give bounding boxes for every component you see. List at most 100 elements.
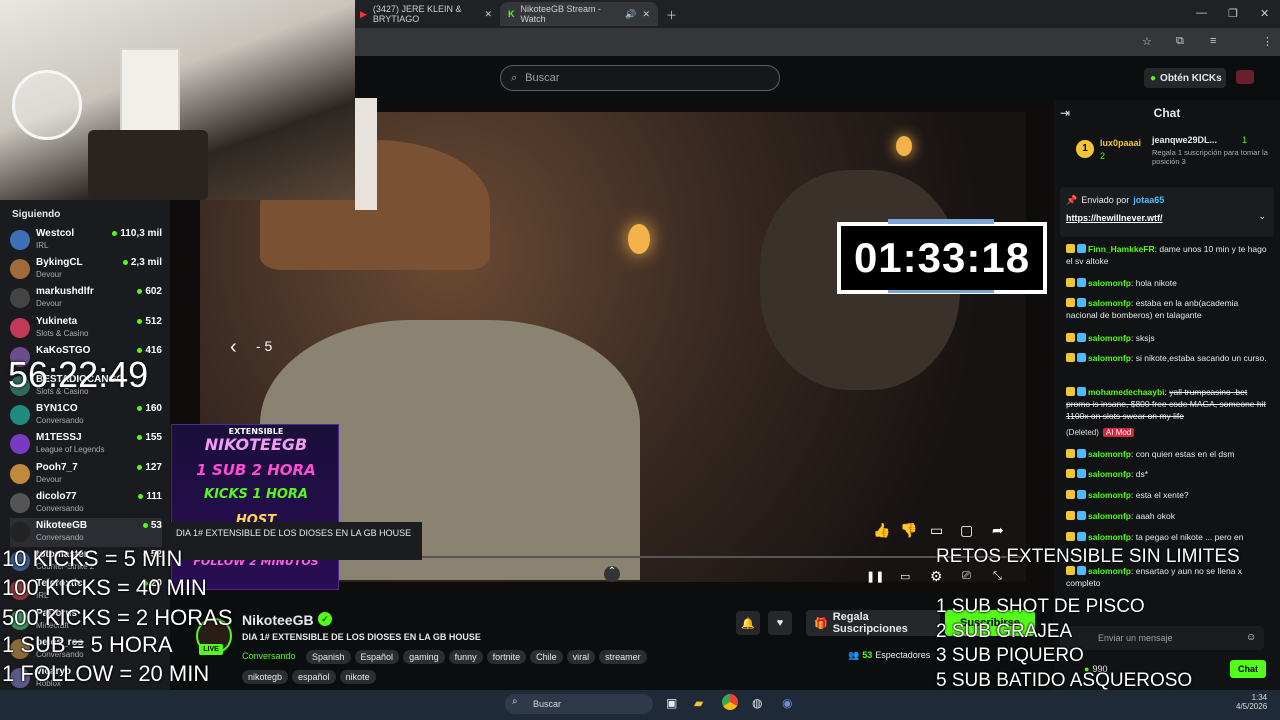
chrome-icon[interactable]: [722, 694, 738, 710]
captions-icon[interactable]: ▭: [900, 570, 910, 583]
right-rule: 3 SUB PIQUERO: [936, 645, 1084, 666]
pinned-by-user[interactable]: jotaa65: [1133, 195, 1164, 206]
fullscreen-icon[interactable]: ⤡: [993, 570, 1002, 583]
chat-username[interactable]: salomonfp: [1088, 298, 1131, 308]
channel-name: Pooh7_7: [36, 461, 78, 473]
chat-bubble-icon[interactable]: ▢: [960, 522, 973, 539]
stream-tag[interactable]: fortnite: [486, 650, 527, 664]
maximize-icon[interactable]: ❐: [1228, 7, 1238, 20]
folder-icon[interactable]: ▰: [694, 696, 703, 710]
pinned-message[interactable]: 📌 Enviado por jotaa65 https://hewillneve…: [1060, 187, 1274, 237]
kick-logo-icon: K: [508, 9, 515, 19]
get-kicks-button[interactable]: ● Obtén KICKs: [1144, 68, 1226, 88]
sub-badge-icon: [1066, 490, 1075, 499]
gift-badge-icon: [1077, 469, 1086, 478]
pin-icon: 📌: [1066, 195, 1078, 205]
discord-icon[interactable]: ◉: [782, 696, 792, 710]
channel-viewers: 602: [137, 286, 162, 297]
task-view-icon[interactable]: ▣: [666, 696, 677, 710]
chat-input[interactable]: Enviar un mensaje: [1060, 626, 1264, 650]
stream-tag[interactable]: nikotegb: [242, 670, 289, 684]
media-icon[interactable]: ≡: [1210, 35, 1216, 47]
channel-viewers: 127: [137, 462, 162, 473]
chat-username[interactable]: mohamedechaaybi: [1088, 387, 1165, 397]
stream-tag[interactable]: viral: [566, 650, 596, 664]
sidebar-channel[interactable]: markushdlfr Devour 602: [10, 284, 162, 313]
channel-viewers: 111: [138, 491, 162, 502]
new-tab-icon[interactable]: ＋: [666, 7, 677, 23]
channel-name: NikoteeGB: [36, 520, 88, 531]
chevron-up-icon[interactable]: ⌃: [604, 566, 620, 582]
minimize-icon[interactable]: —: [1196, 7, 1207, 19]
settings-icon[interactable]: ⚙: [930, 568, 943, 585]
comment-icon[interactable]: ▭: [930, 522, 943, 539]
stream-tag[interactable]: español: [292, 670, 336, 684]
leader-2-name[interactable]: jeanqwe29DL...: [1152, 135, 1217, 145]
chat-username[interactable]: salomonfp: [1088, 532, 1131, 542]
chat-message: salomonfp: si nikote,estaba sacando un c…: [1066, 352, 1272, 364]
taskbar-search[interactable]: Buscar: [505, 694, 653, 714]
chat-username[interactable]: salomonfp: [1088, 449, 1131, 459]
sidebar-channel[interactable]: Westcol IRL 110,3 mil: [10, 226, 162, 255]
chevron-left-icon[interactable]: ‹: [230, 336, 237, 359]
streamer-name[interactable]: NikoteeGB: [242, 612, 314, 628]
thumbs-up-icon[interactable]: 👍: [873, 522, 890, 539]
sidebar-channel[interactable]: BYN1CO Conversando 160: [10, 401, 162, 430]
search-input[interactable]: ⌕ Buscar: [500, 65, 780, 91]
chevron-down-icon[interactable]: ⌄: [1258, 211, 1266, 222]
emoji-icon[interactable]: ☺: [1246, 632, 1256, 643]
seek-back-label[interactable]: - 5: [256, 338, 272, 354]
stream-tag[interactable]: nikote: [339, 670, 376, 684]
chat-username[interactable]: salomonfp: [1088, 333, 1131, 343]
chat-message: mohamedechaaybi: yall trumpcasino .bet p…: [1066, 386, 1272, 422]
sidebar-channel[interactable]: Pooh7_7 Devour 127: [10, 460, 162, 489]
sidebar-channel[interactable]: BykingCL Devour 2,3 mil: [10, 255, 162, 284]
sidebar-channel[interactable]: Yukineta Slots & Casino 512: [10, 314, 162, 343]
close-icon[interactable]: ✕: [642, 9, 650, 20]
menu-icon[interactable]: ⋮: [1262, 35, 1273, 48]
stream-tag[interactable]: Spanish: [306, 650, 351, 664]
live-dot-icon: [137, 435, 143, 441]
chat-username[interactable]: salomonfp: [1088, 278, 1131, 288]
sub-badge-icon: [1066, 298, 1075, 307]
stream-tag[interactable]: streamer: [599, 650, 647, 664]
share-icon[interactable]: ➦: [992, 522, 1004, 539]
close-icon[interactable]: ✕: [484, 9, 492, 20]
tab-nikoteegb[interactable]: K NikoteeGB Stream - Watch 🔊 ✕: [500, 2, 658, 26]
heart-icon[interactable]: ♥: [768, 611, 792, 635]
search-icon: ⌕: [511, 71, 518, 84]
sidebar-channel[interactable]: NikoteeGB Conversando 53: [10, 518, 162, 547]
viewer-count: 602: [145, 286, 162, 298]
chat-username[interactable]: Finn_HamkkeFR: [1088, 244, 1155, 254]
left-rule: 1 FOLLOW = 20 MIN: [2, 661, 210, 686]
cast-icon[interactable]: ⎚: [962, 570, 971, 583]
channel-name: Yukineta: [36, 315, 78, 327]
send-chat-button[interactable]: Chat: [1230, 660, 1266, 678]
pinned-link[interactable]: https://hewillnever.wtf/: [1066, 213, 1163, 223]
speaker-icon[interactable]: 🔊: [625, 9, 636, 20]
gift-subs-button[interactable]: 🎁 Regala Suscripciones: [806, 610, 940, 636]
chat-username[interactable]: salomonfp: [1088, 353, 1131, 363]
window-close-icon[interactable]: ✕: [1260, 7, 1269, 20]
stream-tag[interactable]: Chile: [530, 650, 563, 664]
stream-tag[interactable]: Español: [354, 650, 400, 664]
bell-icon[interactable]: 🔔: [736, 611, 760, 635]
thumbs-down-icon[interactable]: 👎: [900, 522, 917, 539]
pause-icon[interactable]: ❚❚: [866, 570, 884, 583]
live-dot-icon: [122, 260, 128, 266]
viewers-icon: 👥: [848, 650, 860, 660]
sidebar-channel[interactable]: dicolo77 Conversando 111: [10, 489, 162, 518]
extensions-icon[interactable]: ⧉: [1176, 35, 1184, 48]
avatar[interactable]: [1236, 70, 1254, 84]
tab-jere-klein[interactable]: ▶ (3427) JERE KLEIN & BRYTIAGO ✕: [352, 2, 500, 26]
chat-username[interactable]: salomonfp: [1088, 469, 1131, 479]
stream-tag[interactable]: gaming: [403, 650, 445, 664]
sidebar-channel[interactable]: M1TESSJ League of Legends 155: [10, 430, 162, 459]
stream-tag[interactable]: funny: [448, 650, 483, 664]
app-icon[interactable]: ◍: [752, 696, 762, 710]
leader-1-name[interactable]: lux0paaai: [1100, 138, 1141, 148]
chat-username[interactable]: salomonfp: [1088, 511, 1131, 521]
chat-username[interactable]: salomonfp: [1088, 490, 1131, 500]
stream-category[interactable]: Conversando: [242, 651, 296, 661]
star-icon[interactable]: ☆: [1142, 35, 1152, 48]
